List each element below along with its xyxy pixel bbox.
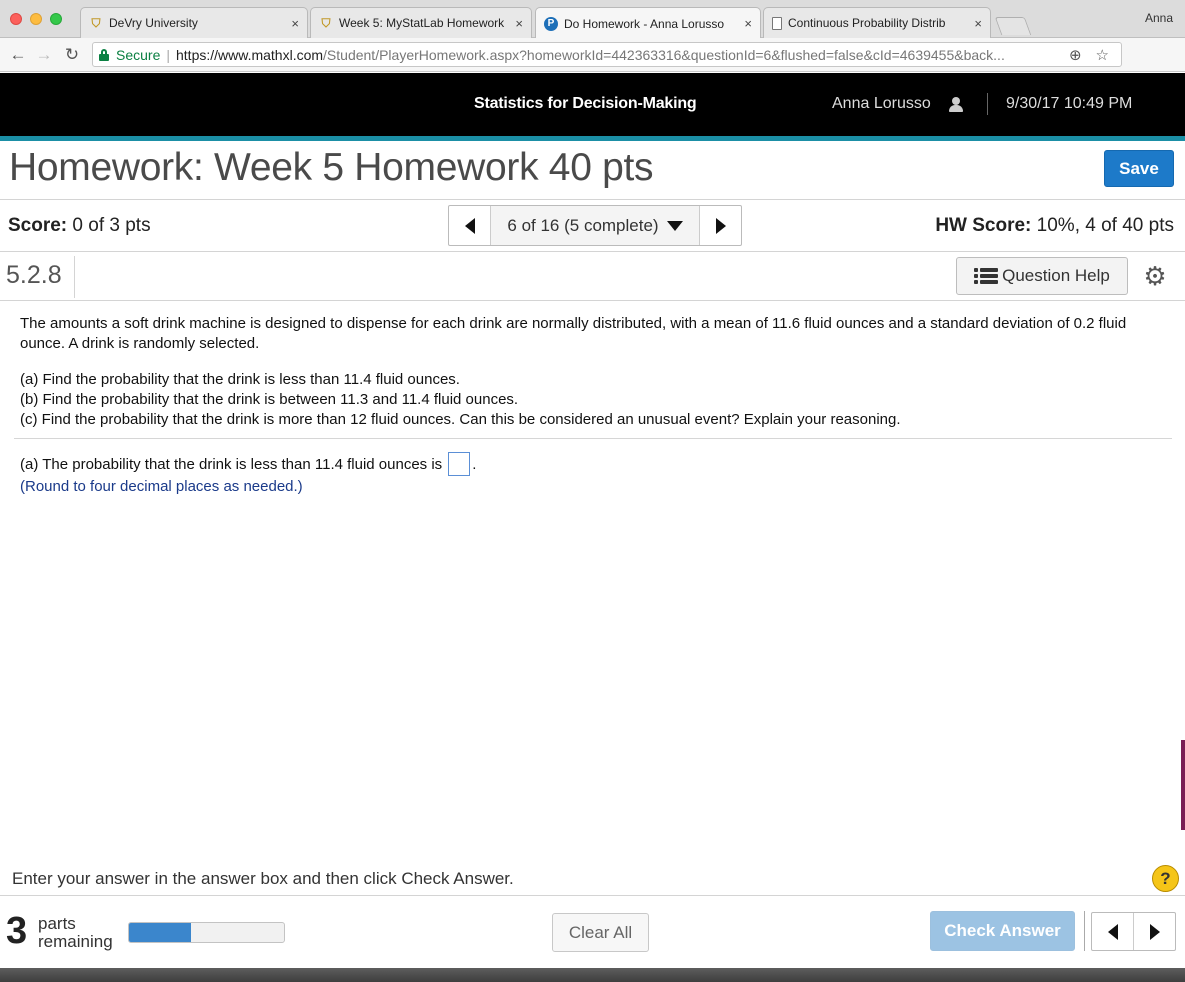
window-minimize-button[interactable]: [30, 13, 42, 25]
tab-title: DeVry University: [109, 16, 198, 30]
secure-label: Secure: [116, 46, 161, 63]
question-number-divider: [74, 256, 75, 298]
hw-score-display: HW Score: 10%, 4 of 40 pts: [935, 215, 1174, 237]
browser-tab-do-homework[interactable]: P Do Homework - Anna Lorusso ×: [535, 7, 761, 39]
window-edge-decoration: [1181, 740, 1185, 830]
footer-question-nav: [1091, 912, 1176, 951]
clear-all-button[interactable]: Clear All: [552, 913, 649, 952]
progress-fill: [129, 923, 191, 942]
divider: [0, 251, 1185, 252]
help-icon[interactable]: ?: [1152, 865, 1179, 892]
new-tab-button[interactable]: [994, 17, 1032, 35]
rounding-hint: (Round to four decimal places as needed.…: [20, 478, 303, 495]
reload-icon[interactable]: ↻: [62, 45, 82, 65]
question-position: 6 of 16 (5 complete): [507, 215, 659, 235]
user-name[interactable]: Anna Lorusso: [832, 95, 931, 113]
divider: [0, 895, 1185, 896]
score-label: Score:: [8, 215, 68, 236]
score-value: 0 of 3 pts: [72, 215, 151, 236]
problem-part-b: (b) Find the probability that the drink …: [20, 391, 519, 408]
tab-close-icon[interactable]: ×: [974, 16, 982, 31]
tab-title: Continuous Probability Distrib: [788, 16, 946, 30]
check-answer-button[interactable]: Check Answer: [930, 911, 1075, 951]
divider: [0, 300, 1185, 301]
previous-question-button[interactable]: [449, 206, 491, 245]
question-help-label: Question Help: [1002, 266, 1110, 285]
header-datetime: 9/30/17 10:49 PM: [1006, 95, 1133, 112]
answer-instruction: Enter your answer in the answer box and …: [12, 869, 514, 888]
browser-tab-bar: ⛉ DeVry University × ⛉ Week 5: MyStatLab…: [0, 0, 1185, 39]
tab-title: Week 5: MyStatLab Homework: [339, 16, 505, 30]
answer-suffix: .: [472, 455, 477, 473]
browser-tab-mystatlab[interactable]: ⛉ Week 5: MyStatLab Homework ×: [310, 7, 532, 38]
window-close-button[interactable]: [10, 13, 22, 25]
question-selector-dropdown[interactable]: 6 of 16 (5 complete): [491, 206, 699, 245]
browser-toolbar: ← → ↻ Secure | https://www.mathxl.com/St…: [0, 38, 1185, 101]
url-path: /Student/PlayerHomework.aspx?homeworkId=…: [323, 46, 1005, 63]
parts-label-line2: remaining: [38, 932, 113, 951]
parts-remaining-label: parts remaining: [38, 915, 113, 951]
shield-icon: ⛉: [321, 15, 331, 30]
address-divider: |: [166, 46, 170, 63]
footer-divider: [1084, 911, 1085, 951]
browser-tab-devry[interactable]: ⛉ DeVry University ×: [80, 7, 308, 38]
lock-icon: [99, 48, 109, 61]
address-bar[interactable]: Secure | https://www.mathxl.com/Student/…: [92, 42, 1122, 67]
problem-intro: The amounts a soft drink machine is desi…: [20, 315, 1127, 352]
triangle-down-icon: [666, 220, 683, 231]
window-zoom-button[interactable]: [50, 13, 62, 25]
save-button[interactable]: Save: [1104, 150, 1174, 187]
answer-input[interactable]: [448, 452, 471, 476]
next-question-button[interactable]: [699, 206, 741, 245]
list-icon: [974, 268, 999, 284]
pearson-icon: P: [544, 16, 558, 31]
bookmark-star-icon[interactable]: ☆: [1096, 46, 1109, 64]
omnibox-actions: ⊕ ☆: [1069, 46, 1109, 64]
footer-previous-button[interactable]: [1092, 913, 1134, 950]
problem-divider: [14, 438, 1172, 439]
tab-close-icon[interactable]: ×: [744, 16, 752, 31]
zoom-icon[interactable]: ⊕: [1069, 46, 1082, 64]
parts-label-line1: parts: [38, 914, 76, 933]
course-header: Statistics for Decision-Making Anna Loru…: [0, 73, 1185, 136]
hw-score-value: 10%, 4 of 40 pts: [1036, 215, 1174, 236]
divider: [0, 199, 1185, 200]
footer-next-button[interactable]: [1134, 913, 1175, 950]
answer-line: (a) The probability that the drink is le…: [20, 452, 476, 476]
back-arrow-icon[interactable]: ←: [8, 45, 28, 65]
document-icon: [772, 16, 782, 30]
question-navigator: 6 of 16 (5 complete): [448, 205, 742, 246]
triangle-right-icon: [715, 217, 726, 234]
hw-score-label: HW Score:: [935, 215, 1032, 236]
triangle-left-icon: [464, 217, 475, 234]
shield-icon: ⛉: [91, 15, 101, 30]
header-divider: [987, 93, 988, 115]
problem-part-c: (c) Find the probability that the drink …: [20, 411, 901, 428]
tab-close-icon[interactable]: ×: [291, 16, 299, 31]
question-help-button[interactable]: Question Help: [956, 257, 1128, 295]
tab-title: Do Homework - Anna Lorusso: [564, 16, 725, 31]
answer-prompt: (a) The probability that the drink is le…: [20, 455, 443, 473]
problem-statement: The amounts a soft drink machine is desi…: [20, 314, 1170, 430]
browser-tab-continuous-probability[interactable]: Continuous Probability Distrib ×: [763, 7, 991, 38]
page-title: Homework: Week 5 Homework 40 pts: [9, 146, 654, 189]
browser-profile-name[interactable]: Anna: [1145, 11, 1173, 25]
triangle-right-icon: [1149, 923, 1160, 940]
question-number: 5.2.8: [6, 261, 62, 289]
tab-close-icon[interactable]: ×: [515, 16, 523, 31]
gear-icon[interactable]: ⚙: [1142, 263, 1168, 289]
parts-progress-bar: [128, 922, 285, 943]
parts-remaining-count: 3: [6, 910, 28, 952]
header-accent-strip: [0, 136, 1185, 141]
problem-part-a: (a) Find the probability that the drink …: [20, 371, 460, 388]
forward-arrow-icon[interactable]: →: [34, 45, 54, 65]
url-host: https://www.mathxl.com: [176, 46, 324, 63]
course-title: Statistics for Decision-Making: [474, 95, 697, 112]
user-icon[interactable]: [949, 97, 963, 112]
score-display: Score: 0 of 3 pts: [8, 215, 151, 237]
triangle-left-icon: [1107, 923, 1118, 940]
window-bottom-edge: [0, 968, 1185, 982]
